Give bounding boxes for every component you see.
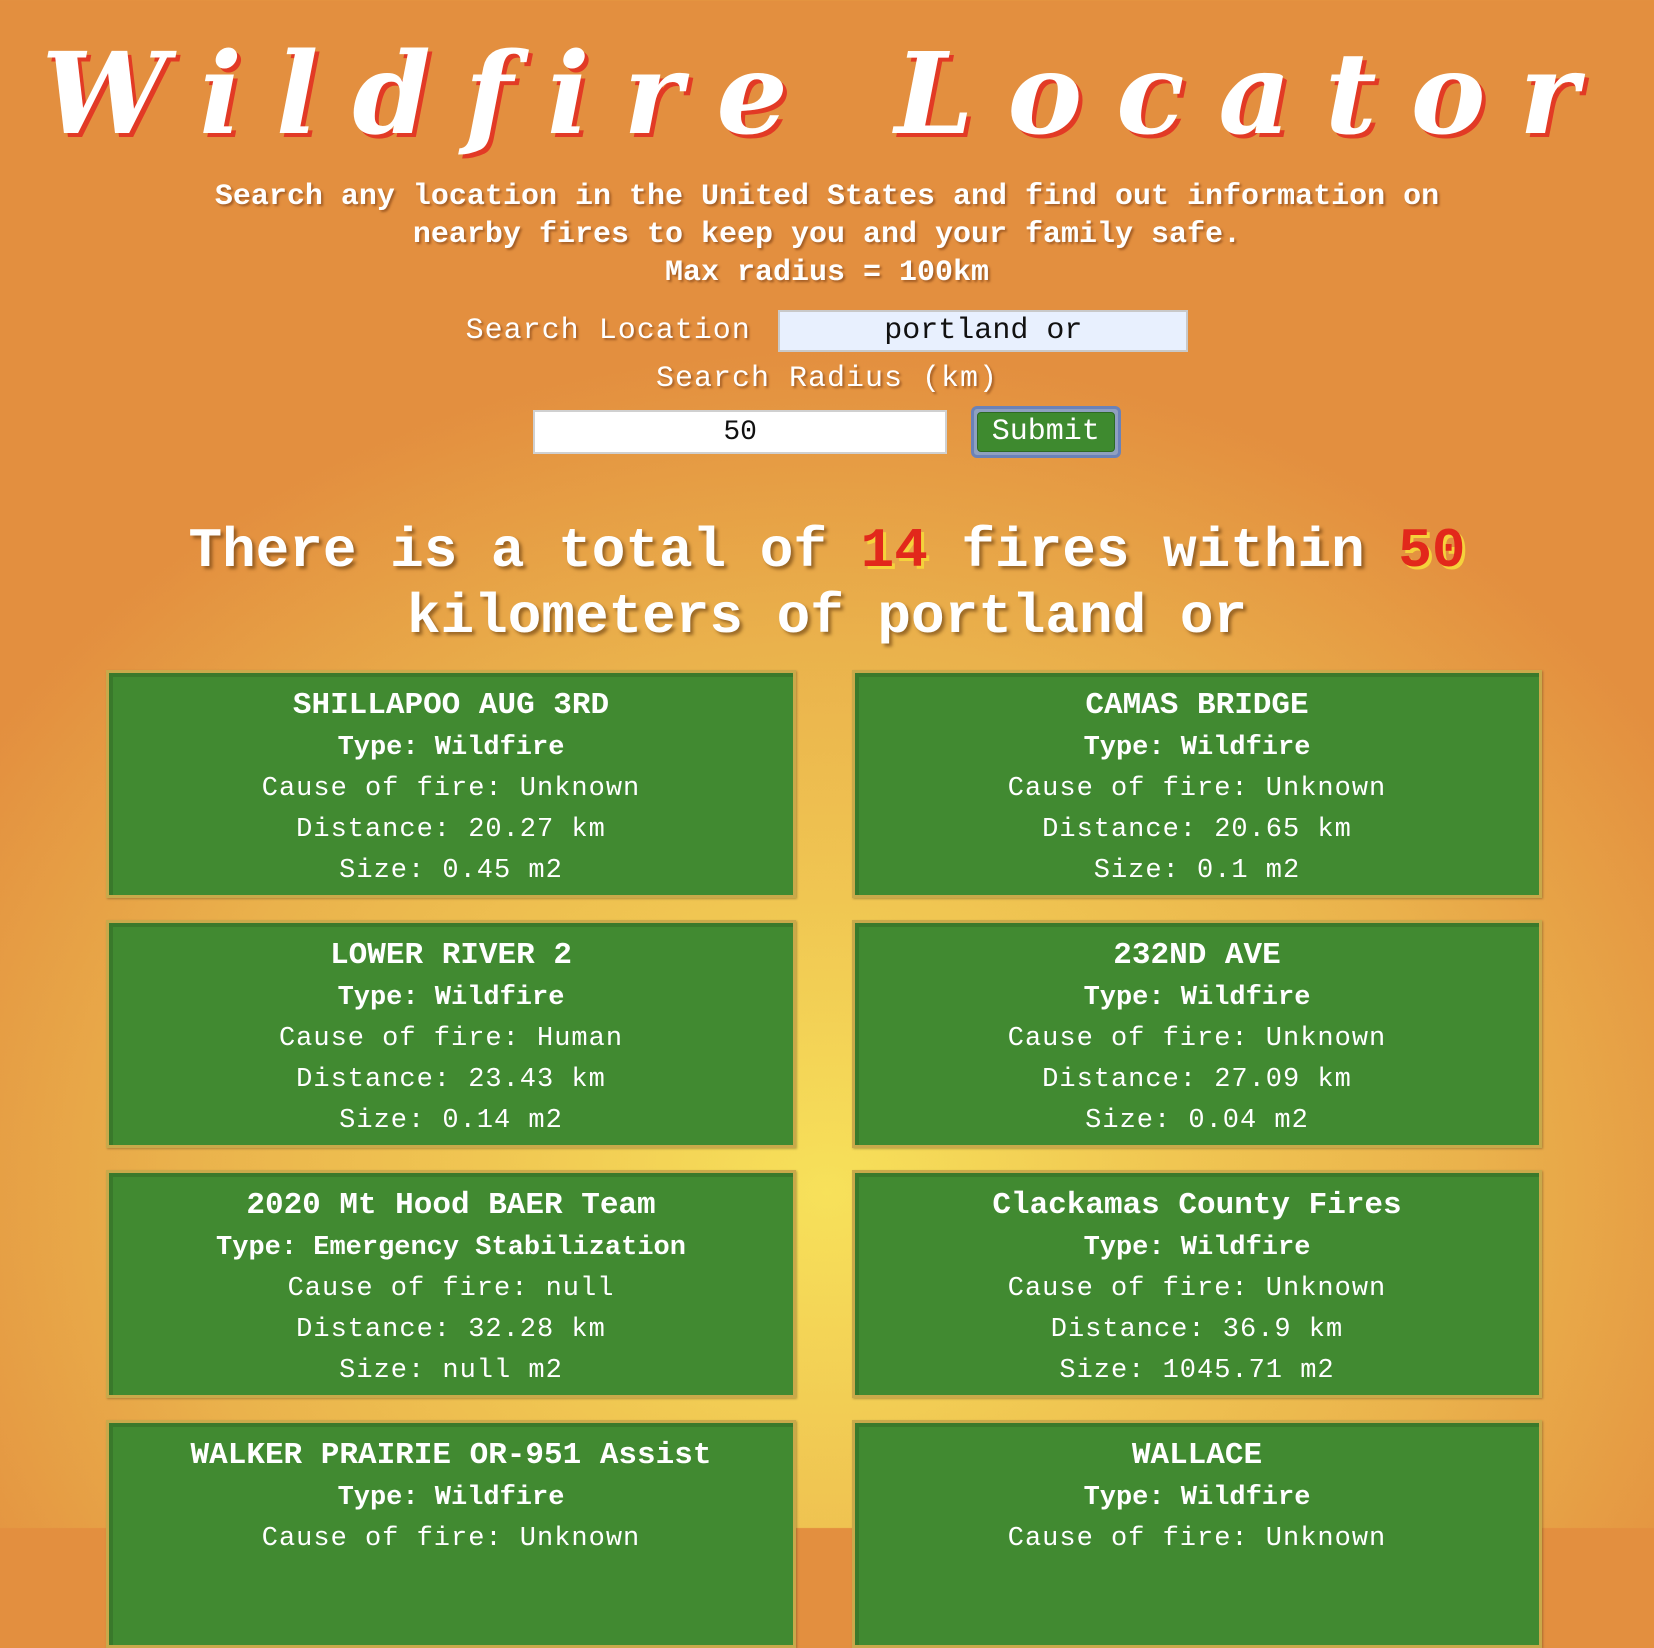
- fire-distance: Distance: 20.27 km: [296, 815, 606, 845]
- fire-type: Type: Wildfire: [1083, 1233, 1311, 1263]
- fire-cause: Cause of fire: Unknown: [1007, 774, 1387, 804]
- fire-cause: Cause of fire: Unknown: [261, 1524, 641, 1554]
- radius-label-row: Search Radius (km): [0, 362, 1654, 396]
- radius-value: 50: [1398, 519, 1466, 583]
- fire-card: 2020 Mt Hood BAER Team Type: Emergency S…: [106, 1170, 796, 1398]
- fire-count: 14: [860, 519, 928, 583]
- fire-size: Size: 0.45 m2: [339, 856, 563, 886]
- fire-card: Clackamas County Fires Type: Wildfire Ca…: [852, 1170, 1542, 1398]
- fire-name: 2020 Mt Hood BAER Team: [246, 1188, 656, 1223]
- fire-type: Type: Wildfire: [1083, 733, 1311, 763]
- subtitle-line: Search any location in the United States…: [214, 180, 1440, 214]
- fire-name: SHILLAPOO AUG 3RD: [292, 688, 610, 723]
- fire-size: Size: 0.04 m2: [1085, 1106, 1309, 1136]
- fire-cause: Cause of fire: Human: [278, 1024, 624, 1054]
- fire-card-grid: SHILLAPOO AUG 3RD Type: Wildfire Cause o…: [106, 670, 1542, 1648]
- fire-type: Type: Emergency Stabilization: [216, 1233, 686, 1263]
- fire-name: 232ND AVE: [1113, 938, 1281, 973]
- fire-name: WALLACE: [1131, 1438, 1263, 1473]
- fire-cause: Cause of fire: Unknown: [261, 774, 641, 804]
- fire-card: CAMAS BRIDGE Type: Wildfire Cause of fir…: [852, 670, 1542, 898]
- submit-button[interactable]: Submit: [976, 412, 1115, 452]
- fire-type: Type: Wildfire: [337, 733, 565, 763]
- fire-distance: Distance: 36.9 km: [1050, 1315, 1344, 1345]
- fire-name: WALKER PRAIRIE OR-951 Assist: [190, 1438, 712, 1473]
- results-summary: There is a total of 14 fires within 50 k…: [0, 518, 1654, 650]
- fire-distance: Distance: 27.09 km: [1042, 1065, 1352, 1095]
- fire-card: SHILLAPOO AUG 3RD Type: Wildfire Cause o…: [106, 670, 796, 898]
- fire-distance: Distance: 32.28 km: [296, 1315, 606, 1345]
- fire-size: Size: 0.14 m2: [339, 1106, 563, 1136]
- submit-focus-ring: Submit: [970, 406, 1121, 458]
- fire-cause: Cause of fire: null: [287, 1274, 615, 1304]
- location-input[interactable]: [778, 310, 1189, 352]
- summary-line-2: kilometers of portland or: [406, 585, 1248, 649]
- radius-row: Submit: [0, 406, 1654, 458]
- summary-line-1: There is a total of 14 fires within 50: [0, 518, 1654, 584]
- max-radius-note: Max radius = 100km: [664, 256, 990, 290]
- subtitle-line: nearby fires to keep you and your family…: [412, 218, 1242, 252]
- fire-size: Size: 0.1 m2: [1093, 856, 1301, 886]
- fire-type: Type: Wildfire: [1083, 1483, 1311, 1513]
- location-row: Search Location: [0, 310, 1654, 352]
- summary-prefix: There is a total of: [188, 519, 827, 583]
- fire-distance: Distance: 23.43 km: [296, 1065, 606, 1095]
- location-label: Search Location: [465, 314, 751, 348]
- fire-name: LOWER RIVER 2: [330, 938, 572, 973]
- fire-card: WALLACE Type: Wildfire Cause of fire: Un…: [852, 1420, 1542, 1648]
- page-title: Wildfire Locator: [41, 29, 1613, 160]
- fire-cause: Cause of fire: Unknown: [1007, 1524, 1387, 1554]
- fire-card: 232ND AVE Type: Wildfire Cause of fire: …: [852, 920, 1542, 1148]
- radius-label: Search Radius (km): [655, 362, 999, 396]
- fire-type: Type: Wildfire: [1083, 983, 1311, 1013]
- fire-distance: Distance: 20.65 km: [1042, 815, 1352, 845]
- fire-cause: Cause of fire: Unknown: [1007, 1274, 1387, 1304]
- summary-middle: fires within: [961, 519, 1365, 583]
- fire-size: Size: 1045.71 m2: [1059, 1356, 1335, 1386]
- fire-name: CAMAS BRIDGE: [1085, 688, 1309, 723]
- fire-cause: Cause of fire: Unknown: [1007, 1024, 1387, 1054]
- fire-type: Type: Wildfire: [337, 1483, 565, 1513]
- fire-card: LOWER RIVER 2 Type: Wildfire Cause of fi…: [106, 920, 796, 1148]
- fire-type: Type: Wildfire: [337, 983, 565, 1013]
- fire-card: WALKER PRAIRIE OR-951 Assist Type: Wildf…: [106, 1420, 796, 1648]
- fire-name: Clackamas County Fires: [992, 1188, 1402, 1223]
- fire-size: Size: null m2: [339, 1356, 563, 1386]
- radius-input[interactable]: [533, 410, 948, 454]
- page-subtitle: Search any location in the United States…: [0, 178, 1654, 292]
